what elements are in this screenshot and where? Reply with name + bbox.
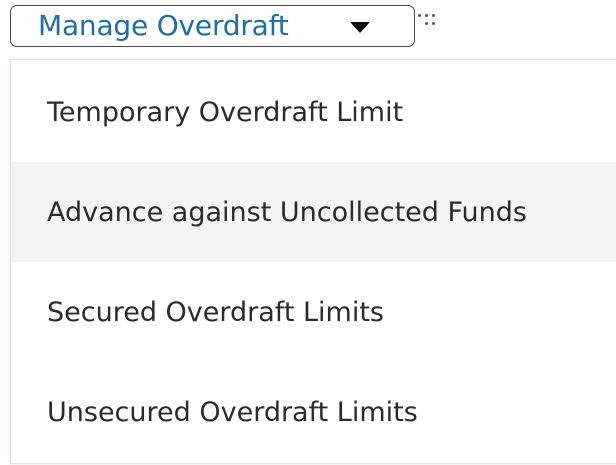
menu-item-unsecured-overdraft-limits[interactable]: Unsecured Overdraft Limits <box>11 362 616 462</box>
menu-item-label: Secured Overdraft Limits <box>47 296 384 328</box>
menu-item-label: Temporary Overdraft Limit <box>47 96 404 128</box>
manage-overdraft-widget: Manage Overdraft Temporary Overdraft Lim… <box>0 0 616 465</box>
dropdown-menu: Temporary Overdraft Limit Advance agains… <box>10 59 616 464</box>
menu-item-secured-overdraft-limits[interactable]: Secured Overdraft Limits <box>11 262 616 362</box>
dropdown-label: Manage Overdraft <box>38 9 289 42</box>
caret-down-icon <box>350 22 370 33</box>
drag-handle-icon[interactable] <box>418 14 440 28</box>
menu-item-label: Unsecured Overdraft Limits <box>47 396 418 428</box>
menu-item-label: Advance against Uncollected Funds <box>47 196 527 228</box>
manage-overdraft-dropdown-button[interactable]: Manage Overdraft <box>10 5 415 47</box>
menu-item-temporary-overdraft-limit[interactable]: Temporary Overdraft Limit <box>11 62 616 162</box>
menu-item-advance-against-uncollected-funds[interactable]: Advance against Uncollected Funds <box>11 162 616 262</box>
